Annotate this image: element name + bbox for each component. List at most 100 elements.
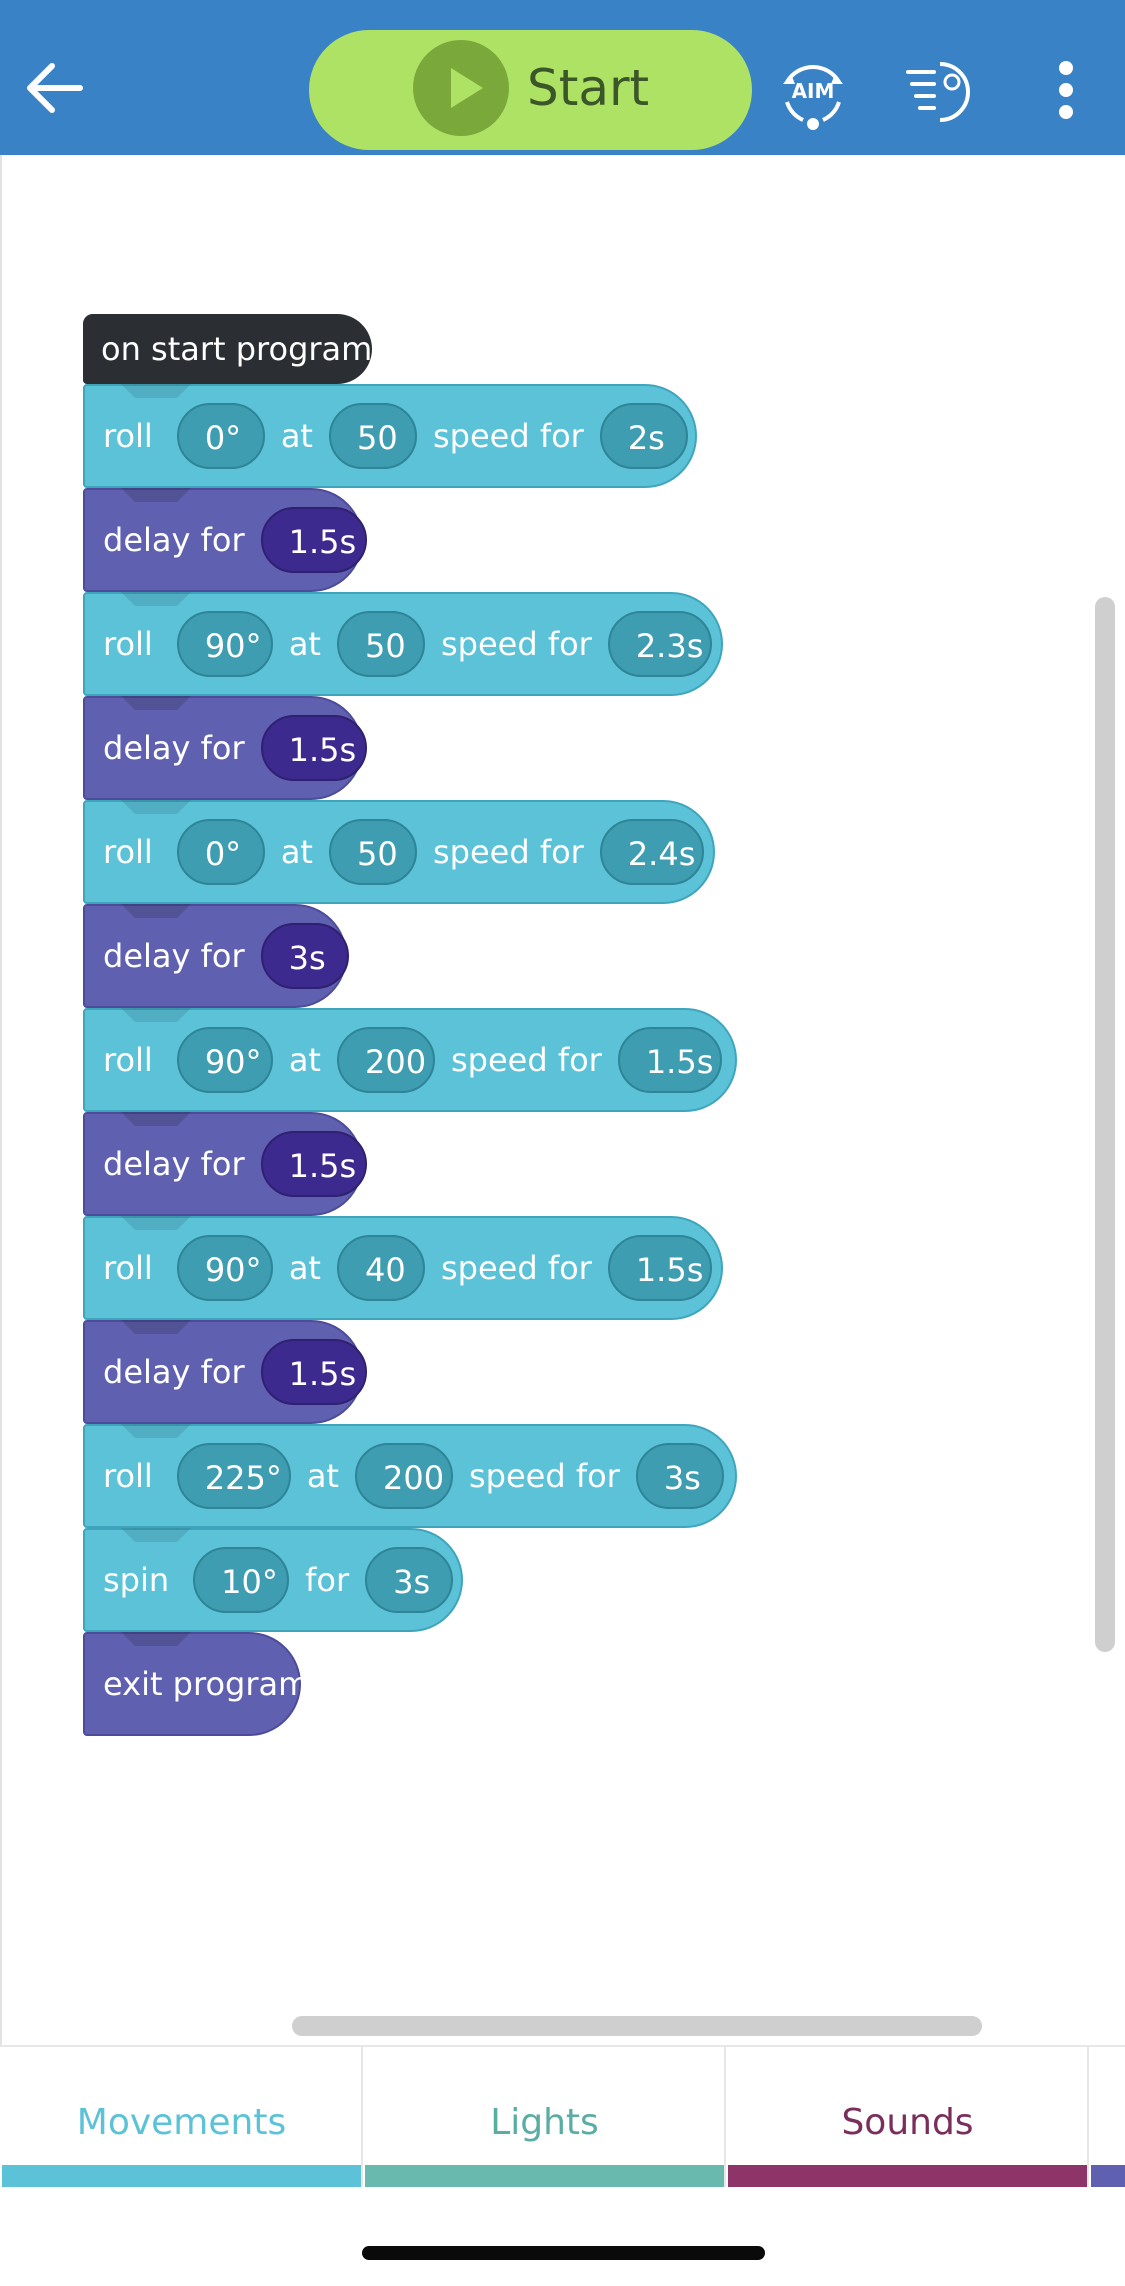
roll-keyword: roll	[103, 417, 153, 455]
spin-duration-input[interactable]: 3s	[365, 1547, 454, 1613]
delay-duration-input[interactable]: 1.5s	[260, 1131, 367, 1197]
heading-input[interactable]: 225°	[176, 1443, 291, 1509]
roll-keyword: roll	[103, 833, 153, 871]
block-notch	[121, 800, 191, 814]
spin-keyword: spin	[103, 1561, 170, 1599]
tab-movements-color-bar	[2, 2165, 361, 2187]
roll-block[interactable]: roll 90° at 200 speed for 1.5s	[83, 1008, 737, 1112]
duration-input[interactable]: 1.5s	[607, 1235, 712, 1301]
duration-input[interactable]: 3s	[635, 1443, 724, 1509]
duration-input[interactable]: 1.5s	[617, 1027, 722, 1093]
tab-sounds-color-bar	[728, 2165, 1087, 2187]
speed-input[interactable]: 50	[328, 819, 417, 885]
drive-icon	[906, 62, 970, 122]
speed-for-label: speed for	[440, 625, 592, 663]
vertical-scrollbar[interactable]	[1095, 597, 1115, 1652]
block-notch	[121, 1632, 191, 1646]
back-button[interactable]	[18, 52, 90, 124]
roll-block[interactable]: roll 90° at 40 speed for 1.5s	[83, 1216, 723, 1320]
speed-input[interactable]: 40	[336, 1235, 425, 1301]
on-start-program-block[interactable]: on start program	[83, 314, 373, 384]
at-label: at	[288, 1249, 321, 1287]
tab-next-partial[interactable]	[1091, 2047, 1125, 2187]
roll-block[interactable]: roll 0° at 50 speed for 2.4s	[83, 800, 715, 904]
tab-lights-label: Lights	[490, 2102, 599, 2143]
block-notch	[121, 592, 191, 606]
delay-duration-input[interactable]: 1.5s	[260, 507, 367, 573]
tab-movements[interactable]: Movements	[2, 2047, 363, 2187]
spin-angle-input[interactable]: 10°	[193, 1547, 290, 1613]
more-options-button[interactable]	[1048, 60, 1084, 120]
horizontal-scrollbar[interactable]	[292, 2016, 982, 2036]
tab-sounds[interactable]: Sounds	[728, 2047, 1089, 2187]
tab-lights-color-bar	[365, 2165, 724, 2187]
roll-keyword: roll	[103, 1041, 153, 1079]
delay-block[interactable]: delay for 1.5s	[83, 488, 367, 592]
block-notch	[121, 1320, 191, 1334]
at-label: at	[306, 1457, 339, 1495]
at-label: at	[280, 417, 313, 455]
delay-keyword: delay for	[103, 729, 245, 767]
block-notch	[121, 1216, 191, 1230]
on-start-program-label: on start program	[101, 330, 373, 368]
duration-input[interactable]: 2s	[599, 403, 688, 469]
speed-for-label: speed for	[440, 1249, 592, 1287]
delay-duration-input[interactable]: 1.5s	[260, 1339, 367, 1405]
roll-keyword: roll	[103, 1249, 153, 1287]
delay-duration-input[interactable]: 3s	[260, 923, 349, 989]
exit-program-block[interactable]: exit program	[83, 1632, 309, 1736]
block-notch	[121, 1008, 191, 1022]
block-notch	[121, 1112, 191, 1126]
heading-input[interactable]: 90°	[176, 1235, 273, 1301]
start-button[interactable]: Start	[309, 30, 752, 150]
block-notch	[121, 904, 191, 918]
aim-button[interactable]: AIM	[773, 52, 853, 132]
block-notch	[121, 384, 191, 398]
heading-input[interactable]: 90°	[176, 1027, 273, 1093]
delay-keyword: delay for	[103, 521, 245, 559]
speed-input[interactable]: 50	[328, 403, 417, 469]
at-label: at	[288, 1041, 321, 1079]
block-category-tabs: Movements Lights Sounds	[0, 2045, 1125, 2187]
heading-input[interactable]: 0°	[176, 819, 265, 885]
roll-block[interactable]: roll 0° at 50 speed for 2s	[83, 384, 697, 488]
duration-input[interactable]: 2.4s	[599, 819, 704, 885]
roll-keyword: roll	[103, 1457, 153, 1495]
start-button-label: Start	[527, 59, 650, 117]
spin-block[interactable]: spin 10° for 3s	[83, 1528, 463, 1632]
play-icon	[451, 68, 483, 108]
speed-for-label: speed for	[432, 417, 584, 455]
speed-for-label: speed for	[432, 833, 584, 871]
delay-block[interactable]: delay for 1.5s	[83, 1320, 367, 1424]
for-label: for	[305, 1561, 350, 1599]
block-notch	[121, 696, 191, 710]
speed-for-label: speed for	[450, 1041, 602, 1079]
block-notch	[121, 488, 191, 502]
speed-input[interactable]: 200	[354, 1443, 453, 1509]
block-notch	[121, 1528, 191, 1542]
roll-block[interactable]: roll 225° at 200 speed for 3s	[83, 1424, 737, 1528]
duration-input[interactable]: 2.3s	[607, 611, 712, 677]
tab-sounds-label: Sounds	[841, 2102, 974, 2143]
tab-movements-label: Movements	[76, 2102, 287, 2143]
drive-button[interactable]	[900, 52, 980, 132]
home-indicator[interactable]	[362, 2246, 765, 2260]
delay-duration-input[interactable]: 1.5s	[260, 715, 367, 781]
delay-block[interactable]: delay for 1.5s	[83, 1112, 367, 1216]
exit-program-label: exit program	[103, 1665, 310, 1703]
delay-block[interactable]: delay for 3s	[83, 904, 349, 1008]
delay-keyword: delay for	[103, 1145, 245, 1183]
speed-input[interactable]: 200	[336, 1027, 435, 1093]
tab-lights[interactable]: Lights	[365, 2047, 726, 2187]
tab-next-color-bar	[1091, 2165, 1125, 2187]
back-arrow-icon	[27, 63, 83, 113]
speed-input[interactable]: 50	[336, 611, 425, 677]
block-notch	[121, 1424, 191, 1438]
heading-input[interactable]: 90°	[176, 611, 273, 677]
top-toolbar: Start AIM	[0, 0, 1125, 155]
play-icon-circle	[413, 40, 509, 136]
heading-input[interactable]: 0°	[176, 403, 265, 469]
aim-icon: AIM	[783, 64, 843, 130]
roll-block[interactable]: roll 90° at 50 speed for 2.3s	[83, 592, 723, 696]
delay-block[interactable]: delay for 1.5s	[83, 696, 367, 800]
